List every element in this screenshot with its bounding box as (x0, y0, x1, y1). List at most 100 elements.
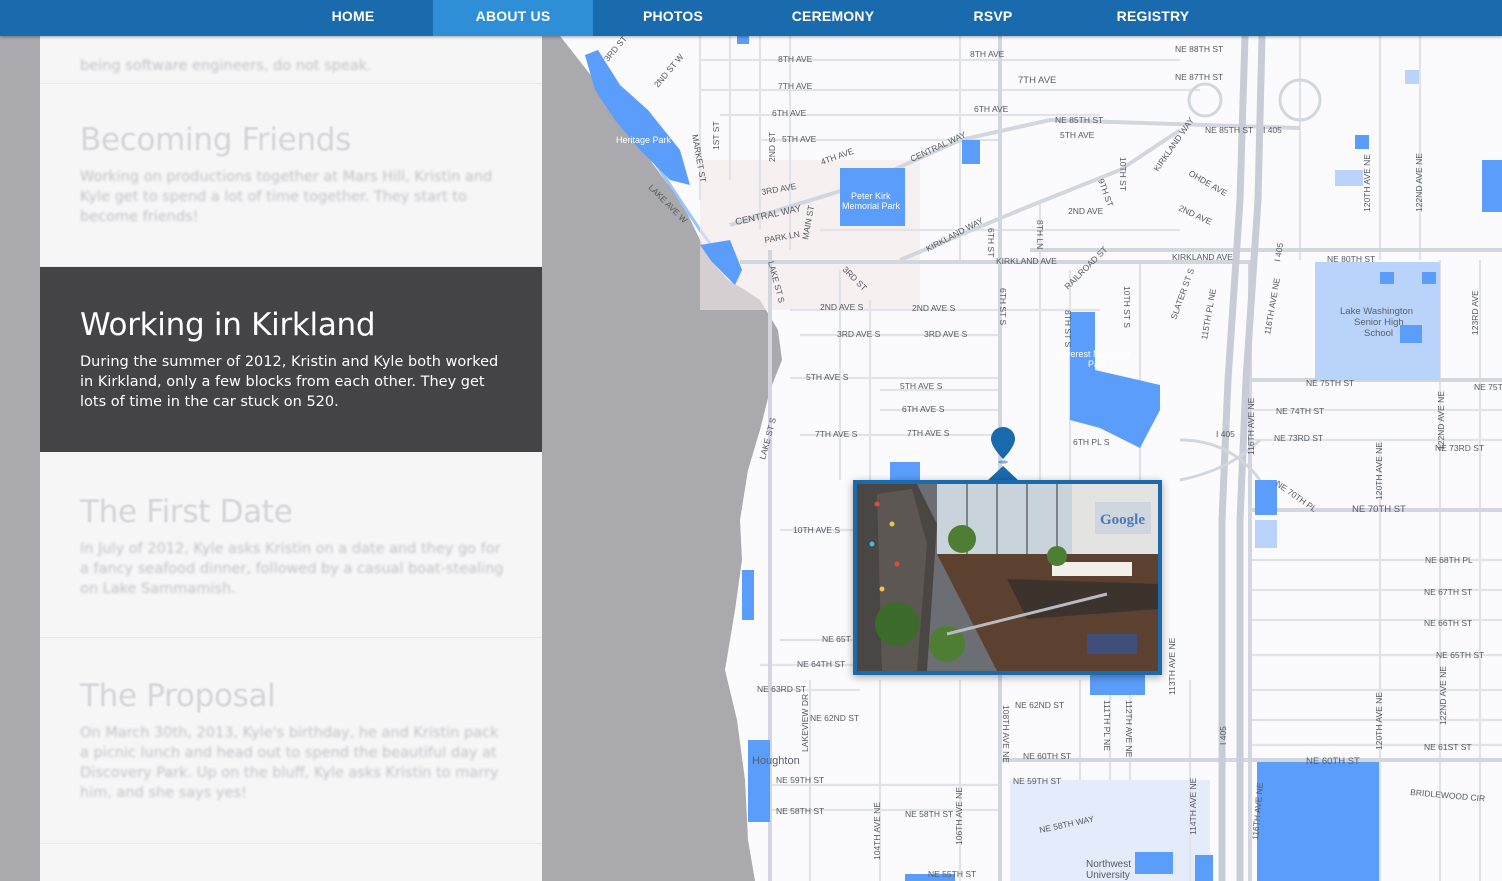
svg-text:122ND AVE NE: 122ND AVE NE (1414, 153, 1424, 212)
svg-text:120TH AVE NE: 120TH AVE NE (1362, 154, 1372, 212)
office-photo: Google (857, 484, 1158, 671)
svg-text:Peter Kirk: Peter Kirk (851, 191, 891, 201)
svg-text:NE 64TH ST: NE 64TH ST (797, 659, 845, 669)
svg-text:NE 59TH ST: NE 59TH ST (776, 775, 824, 785)
map-marker-icon[interactable] (989, 425, 1017, 465)
svg-text:6TH ST: 6TH ST (986, 228, 996, 257)
svg-text:10TH ST: 10TH ST (1118, 157, 1128, 191)
svg-text:University: University (1086, 870, 1130, 881)
story-proposal[interactable]: The Proposal On March 30th, 2013, Kyle's… (40, 638, 542, 844)
svg-text:106TH AVE NE: 106TH AVE NE (954, 787, 964, 845)
svg-text:Park: Park (1088, 359, 1107, 369)
svg-text:122ND AVE NE: 122ND AVE NE (1438, 666, 1448, 725)
story-title: Becoming Friends (80, 122, 352, 158)
svg-text:8TH LN: 8TH LN (1035, 220, 1045, 249)
svg-text:NE 70TH ST: NE 70TH ST (1352, 504, 1406, 515)
top-navigation: HOME ABOUT US PHOTOS CEREMONY RSVP REGIS… (0, 0, 1502, 36)
svg-text:NE 85TH ST: NE 85TH ST (1205, 125, 1253, 135)
story-body: During the summer of 2012, Kristin and K… (80, 354, 499, 410)
story-timeline: being software engineers, do not speak. … (40, 36, 542, 881)
svg-text:1ST ST: 1ST ST (711, 121, 721, 150)
svg-text:114TH AVE NE: 114TH AVE NE (1188, 777, 1198, 835)
story-first-date[interactable]: The First Date In July of 2012, Kyle ask… (40, 452, 542, 638)
story-body: In July of 2012, Kyle asks Kristin on a … (80, 541, 504, 597)
svg-text:NE 65TH ST: NE 65TH ST (1436, 650, 1484, 660)
nav-photos[interactable]: PHOTOS (593, 0, 753, 36)
svg-text:NE 62ND ST: NE 62ND ST (1015, 700, 1064, 710)
svg-text:5TH AVE S: 5TH AVE S (900, 381, 943, 391)
svg-text:NE 85TH ST: NE 85TH ST (1055, 115, 1103, 125)
location-photo-popup[interactable]: Google (853, 480, 1162, 675)
svg-text:6TH AVE S: 6TH AVE S (902, 404, 945, 414)
svg-text:Memorial Park: Memorial Park (842, 201, 901, 211)
svg-text:NE 88TH ST: NE 88TH ST (1175, 44, 1223, 54)
story-partial-body: being software engineers, do not speak. (80, 58, 372, 74)
svg-text:2ND AVE S: 2ND AVE S (820, 302, 864, 312)
svg-text:NE 60TH ST: NE 60TH ST (1023, 751, 1071, 761)
svg-text:5TH AVE: 5TH AVE (1060, 130, 1095, 140)
svg-text:KIRKLAND AVE: KIRKLAND AVE (996, 256, 1057, 266)
svg-text:123RD AVE: 123RD AVE (1470, 290, 1480, 335)
svg-text:3RD AVE S: 3RD AVE S (837, 329, 881, 339)
svg-text:NE 58TH ST: NE 58TH ST (776, 806, 824, 816)
svg-text:NE 87TH ST: NE 87TH ST (1175, 72, 1223, 82)
nav-rsvp[interactable]: RSVP (913, 0, 1073, 36)
svg-text:3RD AVE S: 3RD AVE S (924, 329, 968, 339)
svg-text:KIRKLAND AVE: KIRKLAND AVE (1172, 252, 1233, 262)
svg-text:Everest Memorial: Everest Memorial (1060, 349, 1130, 359)
story-body: Working on productions together at Mars … (80, 169, 493, 225)
svg-text:NE 61ST ST: NE 61ST ST (1424, 742, 1472, 752)
svg-text:NE 60TH ST: NE 60TH ST (1306, 756, 1360, 767)
svg-text:LAKEVIEW DR: LAKEVIEW DR (800, 694, 810, 752)
svg-text:7TH AVE: 7TH AVE (1018, 75, 1056, 86)
svg-text:NE 80TH ST: NE 80TH ST (1327, 254, 1375, 264)
story-partial[interactable]: being software engineers, do not speak. (40, 36, 542, 84)
svg-text:NE 73RD ST: NE 73RD ST (1274, 433, 1323, 443)
svg-text:10TH AVE S: 10TH AVE S (793, 525, 840, 535)
svg-text:6TH AVE: 6TH AVE (974, 104, 1009, 114)
svg-text:I 405: I 405 (1263, 125, 1282, 135)
nav-about-us[interactable]: ABOUT US (433, 0, 593, 36)
story-title: Working in Kirkland (80, 307, 376, 343)
svg-text:NE 65T: NE 65T (822, 634, 851, 644)
svg-text:7TH AVE S: 7TH AVE S (815, 429, 858, 439)
svg-text:NE 66TH ST: NE 66TH ST (1424, 618, 1472, 628)
nav-registry[interactable]: REGISTRY (1073, 0, 1233, 36)
story-body: On March 30th, 2013, Kyle's birthday, he… (80, 725, 499, 801)
svg-text:NE 59TH ST: NE 59TH ST (1013, 776, 1061, 786)
svg-text:NE 75T: NE 75T (1474, 382, 1502, 392)
svg-text:112TH AVE NE: 112TH AVE NE (1124, 700, 1134, 758)
story-title: The Proposal (80, 678, 276, 714)
svg-text:10TH ST S: 10TH ST S (1122, 286, 1132, 328)
svg-text:120TH AVE NE: 120TH AVE NE (1374, 692, 1384, 750)
svg-text:NE 58TH ST: NE 58TH ST (905, 809, 953, 819)
story-becoming-friends[interactable]: Becoming Friends Working on productions … (40, 84, 542, 267)
nav-home[interactable]: HOME (273, 0, 433, 36)
svg-text:NE 74TH ST: NE 74TH ST (1276, 406, 1324, 416)
svg-text:Senior High: Senior High (1354, 317, 1404, 328)
svg-text:Heritage Park: Heritage Park (616, 135, 672, 145)
svg-text:7TH AVE S: 7TH AVE S (907, 428, 950, 438)
svg-text:NE 67TH ST: NE 67TH ST (1424, 587, 1472, 597)
svg-text:120TH AVE NE: 120TH AVE NE (1374, 442, 1384, 500)
svg-text:Lake Washington: Lake Washington (1340, 306, 1413, 317)
svg-text:NE 62ND ST: NE 62ND ST (810, 713, 859, 723)
svg-text:School: School (1364, 328, 1393, 339)
svg-text:Northwest: Northwest (1086, 859, 1131, 870)
story-title: The First Date (80, 494, 293, 530)
svg-text:108TH AVE NE: 108TH AVE NE (1001, 705, 1011, 763)
svg-text:6TH PL S: 6TH PL S (1073, 437, 1110, 447)
svg-text:111TH PL NE: 111TH PL NE (1102, 700, 1112, 751)
story-next[interactable] (40, 844, 542, 881)
story-working-in-kirkland[interactable]: Working in Kirkland During the summer of… (40, 267, 542, 452)
svg-text:6TH ST S: 6TH ST S (998, 288, 1008, 325)
svg-text:8TH AVE: 8TH AVE (970, 49, 1005, 59)
svg-text:I 405: I 405 (1218, 726, 1228, 745)
svg-text:122ND AVE NE: 122ND AVE NE (1436, 391, 1446, 450)
svg-text:2ND AVE S: 2ND AVE S (912, 303, 956, 313)
svg-text:NE 55TH ST: NE 55TH ST (928, 869, 976, 879)
google-sign: Google (1100, 512, 1145, 528)
nav-ceremony[interactable]: CEREMONY (753, 0, 913, 36)
svg-text:116TH AVE NE: 116TH AVE NE (1246, 397, 1256, 455)
office-photo-illustration: Google (857, 484, 1158, 671)
